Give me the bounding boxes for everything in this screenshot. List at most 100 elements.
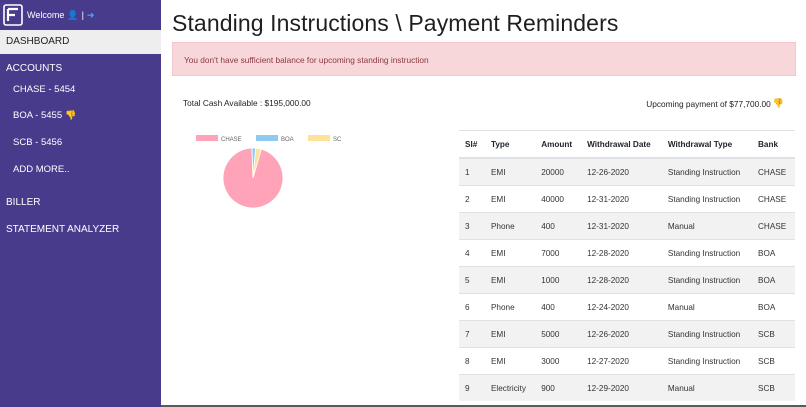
table-cell: EMI [484, 266, 536, 294]
table-row: 1 EMI 20000 12-26-2020 Standing Instruction C… [459, 157, 795, 186]
table-cell: CHASE [752, 185, 795, 213]
column-header: Sl# [459, 130, 485, 159]
sidebar-item-label: SCB - 5456 [13, 137, 63, 148]
legend-swatch [196, 135, 218, 141]
table-cell: 12-28-2020 [581, 239, 662, 267]
table-cell: 7000 [535, 239, 582, 267]
table-cell: 12-31-2020 [581, 185, 662, 213]
table-cell: 12-27-2020 [581, 347, 662, 375]
thumbs-down-icon: 👎 [65, 110, 77, 120]
table-row: 6 Phone 400 12-24-2020 Manual BOA [459, 293, 795, 321]
table-cell: 1 [459, 157, 485, 186]
app-logo-icon[interactable] [3, 4, 23, 26]
table-row: 7 EMI 5000 12-26-2020 Standing Instruction SC… [459, 320, 795, 348]
table-row: 5 EMI 1000 12-28-2020 Standing Instruction BO… [459, 266, 795, 294]
table-cell: EMI [484, 320, 536, 348]
table-cell: CHASE [752, 157, 795, 186]
sidebar-item-accounts[interactable]: ACCOUNTS [6, 63, 62, 74]
sidebar: Welcome 👤 | ➜ DASHBOARD ACCOUNTS CHASE -… [0, 0, 161, 407]
sidebar-item-label: CHASE - 5454 [13, 84, 76, 95]
table-cell: EMI [484, 239, 536, 267]
main-content: Standing Instructions \ Payment Reminder… [161, 0, 806, 407]
table-cell: 9 [459, 374, 485, 401]
table-cell: 1000 [535, 266, 582, 294]
user-icon[interactable]: 👤 [67, 10, 78, 21]
sidebar-item-boa[interactable]: BOA - 5455 👎 [13, 110, 76, 121]
legend-swatch [308, 135, 330, 141]
table-cell: 12-28-2020 [581, 266, 662, 294]
table-cell: 12-26-2020 [581, 157, 662, 186]
table-cell: Standing Instruction [661, 320, 752, 348]
table-cell: 900 [535, 374, 582, 401]
legend-label[interactable]: CHASE [221, 137, 242, 143]
table-cell: SCB [752, 347, 795, 375]
table-cell: CHASE [752, 212, 795, 240]
column-header: Withdrawal Type [661, 130, 752, 159]
column-header: Bank [752, 130, 795, 159]
table-cell: Standing Instruction [661, 239, 752, 267]
table-cell: Manual [661, 374, 752, 401]
table-cell: 12-24-2020 [581, 293, 662, 321]
table-cell: 400 [535, 212, 582, 240]
table-cell: 4 [459, 239, 485, 267]
table-cell: Electricity [484, 374, 536, 401]
table-cell: EMI [484, 347, 536, 375]
table-cell: 20000 [535, 157, 582, 186]
table-row: 3 Phone 400 12-31-2020 Manual CHASE [459, 212, 795, 240]
sidebar-item-label: BOA - 5455 [13, 110, 63, 121]
table-cell: EMI [484, 185, 536, 213]
table-cell: 12-29-2020 [581, 374, 662, 401]
total-cash-text: Total Cash Available : $195,000.00 [183, 98, 311, 108]
legend-swatch [256, 135, 278, 141]
table-cell: Manual [661, 293, 752, 321]
table-cell: Standing Instruction [661, 185, 752, 213]
sidebar-item-chase[interactable]: CHASE - 5454 [13, 84, 75, 95]
sidebar-item-add-more[interactable]: ADD MORE.. [13, 164, 69, 175]
table-cell: Phone [484, 293, 536, 321]
sidebar-header: Welcome 👤 | ➜ [0, 0, 161, 30]
table-cell: Manual [661, 212, 752, 240]
payments-table: Sl# Type Amount Withdrawal Date Withdrawal T… [459, 130, 795, 401]
table-cell: 5000 [535, 320, 582, 348]
table-row: 2 EMI 40000 12-31-2020 Standing Instruction C… [459, 185, 795, 213]
column-header: Amount [535, 130, 582, 159]
table-cell: 7 [459, 320, 485, 348]
table-cell: 3 [459, 212, 485, 240]
table-row: 9 Electricity 900 12-29-2020 Manual SCB [459, 374, 795, 401]
table-cell: 40000 [535, 185, 582, 213]
welcome-area: Welcome 👤 | ➜ [27, 10, 94, 21]
page-title: Standing Instructions \ Payment Reminder… [172, 10, 619, 36]
account-balance-pie-chart: CHASE BOA SCB [196, 135, 341, 209]
table-row: 4 EMI 7000 12-28-2020 Standing Instruction BO… [459, 239, 795, 267]
sidebar-item-dashboard[interactable]: DASHBOARD [0, 30, 161, 54]
sidebar-item-biller[interactable]: BILLER [6, 197, 40, 208]
table-cell: 3000 [535, 347, 582, 375]
table-cell: 12-26-2020 [581, 320, 662, 348]
table-cell: 6 [459, 293, 485, 321]
column-header: Withdrawal Date [581, 130, 662, 159]
table-cell: 400 [535, 293, 582, 321]
logout-icon[interactable]: ➜ [87, 10, 95, 21]
table-cell: 2 [459, 185, 485, 213]
table-cell: Standing Instruction [661, 266, 752, 294]
sidebar-item-scb[interactable]: SCB - 5456 [13, 137, 62, 148]
legend-label[interactable]: SCB [333, 137, 341, 143]
table-cell: 5 [459, 266, 485, 294]
table-cell: Phone [484, 212, 536, 240]
sidebar-item-label: ADD MORE.. [13, 164, 70, 175]
upcoming-payment-text: Upcoming payment of $77,700.00 [646, 98, 771, 109]
table-row: 8 EMI 3000 12-27-2020 Standing Instruction SC… [459, 347, 795, 375]
thumbs-down-icon: 👎 [772, 98, 784, 108]
table-cell: SCB [752, 320, 795, 348]
sidebar-item-statement-analyzer[interactable]: STATEMENT ANALYZER [6, 224, 119, 235]
welcome-separator: | [81, 10, 84, 20]
balance-alert: You don't have sufficient balance for up… [172, 42, 796, 76]
table-cell: Standing Instruction [661, 157, 752, 186]
table-cell: Standing Instruction [661, 347, 752, 375]
upcoming-payment: Upcoming payment of $77,700.00 👎 [646, 98, 784, 109]
welcome-text: Welcome [27, 10, 65, 20]
legend-label[interactable]: BOA [281, 137, 294, 143]
table-cell: SCB [752, 374, 795, 401]
table-cell: EMI [484, 157, 536, 186]
table-header-row: Sl# Type Amount Withdrawal Date Withdrawal T… [459, 130, 795, 159]
